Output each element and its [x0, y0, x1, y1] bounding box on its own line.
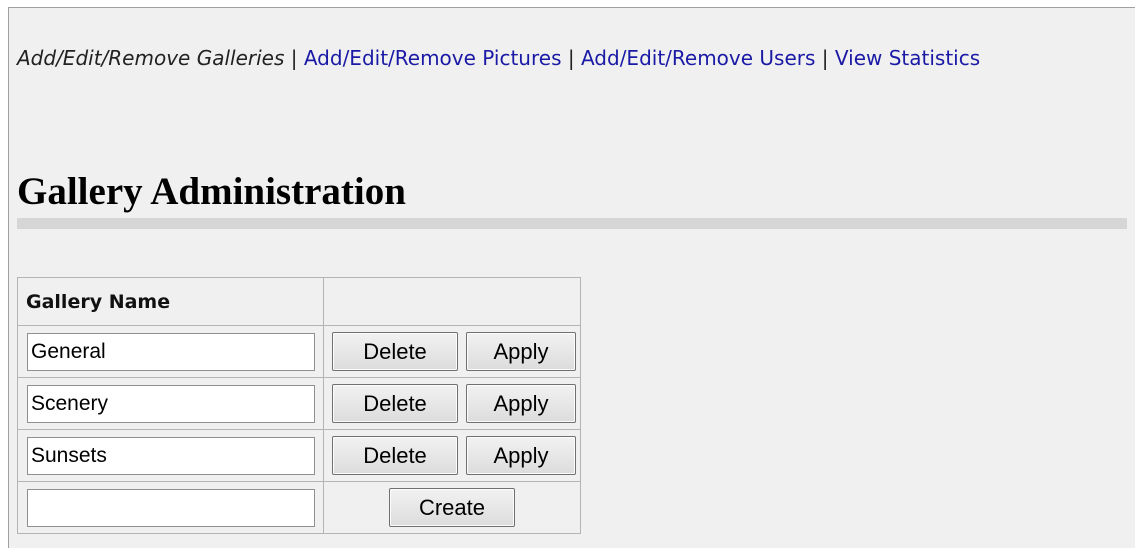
- nav-link-statistics[interactable]: View Statistics: [835, 46, 980, 70]
- title-divider: [17, 218, 1127, 229]
- table-header-row: Gallery Name: [17, 277, 581, 326]
- nav-separator: |: [290, 46, 298, 70]
- gallery-actions-cell: Delete Apply: [323, 377, 581, 430]
- delete-button[interactable]: Delete: [332, 384, 458, 423]
- create-button[interactable]: Create: [389, 488, 515, 527]
- table-row: Delete Apply: [17, 325, 581, 378]
- nav-separator: |: [821, 46, 829, 70]
- nav-link-pictures[interactable]: Add/Edit/Remove Pictures: [304, 46, 562, 70]
- delete-button[interactable]: Delete: [332, 332, 458, 371]
- gallery-actions-cell: Delete Apply: [323, 429, 581, 482]
- new-gallery-name-cell: [17, 481, 324, 534]
- gallery-table: Gallery Name Delete Apply Delete Apply: [17, 277, 581, 534]
- gallery-name-input[interactable]: [27, 436, 315, 475]
- column-header-gallery-name: Gallery Name: [17, 277, 324, 326]
- table-row: Delete Apply: [17, 377, 581, 430]
- admin-nav: Add/Edit/Remove Galleries | Add/Edit/Rem…: [17, 43, 1117, 73]
- create-cell: Create: [323, 481, 581, 534]
- table-row-new-gallery: Create: [17, 481, 581, 534]
- nav-current-galleries: Add/Edit/Remove Galleries: [17, 46, 285, 70]
- gallery-name-cell: [17, 429, 324, 482]
- column-header-actions: [323, 277, 581, 326]
- table-row: Delete Apply: [17, 429, 581, 482]
- gallery-name-cell: [17, 377, 324, 430]
- gallery-name-input[interactable]: [27, 384, 315, 423]
- delete-button[interactable]: Delete: [332, 436, 458, 475]
- nav-link-users[interactable]: Add/Edit/Remove Users: [581, 46, 815, 70]
- apply-button[interactable]: Apply: [466, 436, 576, 475]
- apply-button[interactable]: Apply: [466, 332, 576, 371]
- gallery-name-input[interactable]: [27, 332, 315, 371]
- new-gallery-name-input[interactable]: [27, 488, 315, 527]
- gallery-actions-cell: Delete Apply: [323, 325, 581, 378]
- page-title: Gallery Administration: [17, 170, 406, 213]
- nav-separator: |: [567, 46, 575, 70]
- apply-button[interactable]: Apply: [466, 384, 576, 423]
- gallery-name-cell: [17, 325, 324, 378]
